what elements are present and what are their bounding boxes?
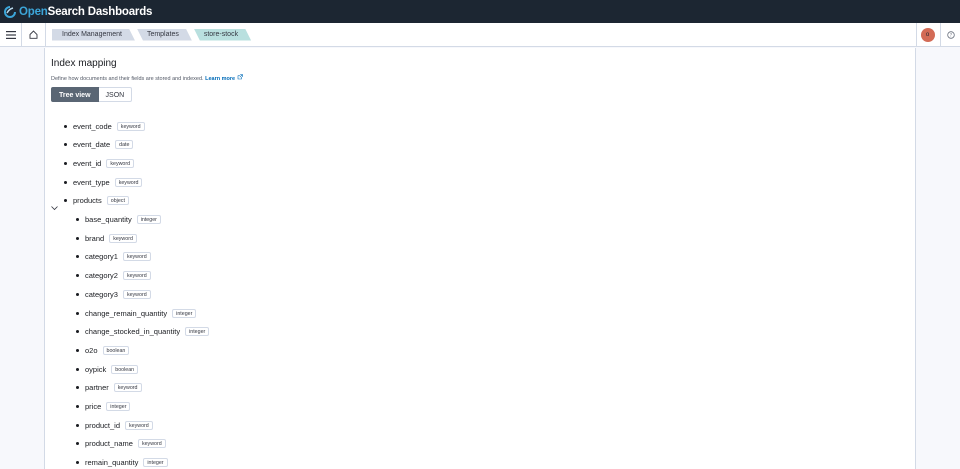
field-name: event_type <box>73 177 110 187</box>
bullet-icon <box>64 161 67 165</box>
field-name: remain_quantity <box>85 458 139 468</box>
header-bar: OpenSearch Dashboards <box>0 0 960 23</box>
help-icon: ? <box>946 26 955 44</box>
field-type-badge: boolean <box>102 345 130 355</box>
breadcrumb-current: store-stock <box>194 29 251 41</box>
mapping-tree: event_code keyword event_date date event_id k… <box>45 48 915 469</box>
home-button[interactable] <box>22 22 46 47</box>
opensearch-logo-icon[interactable] <box>4 5 16 18</box>
bullet-icon <box>76 236 79 240</box>
nested-field-row: partner keyword <box>76 382 142 394</box>
field-name: category3 <box>85 289 118 299</box>
field-type-badge: keyword <box>106 158 135 168</box>
field-name: oypick <box>85 364 107 374</box>
bullet-icon <box>76 274 79 278</box>
bullet-icon <box>64 180 67 184</box>
nested-field-row: category2 keyword <box>76 270 151 282</box>
nested-field-row: remain_quantity integer <box>76 457 168 469</box>
field-type-badge: integer <box>106 402 131 411</box>
nested-field-row: product_id keyword <box>76 419 153 431</box>
field-type-badge: integer <box>185 327 210 337</box>
field-name: event_code <box>73 121 112 131</box>
field-name: partner <box>85 383 109 393</box>
user-menu-button[interactable]: o <box>916 23 938 47</box>
field-type-badge: integer <box>172 308 197 318</box>
field-name: event_date <box>73 140 111 150</box>
field-row: event_date date <box>64 139 134 151</box>
bullet-icon <box>76 330 79 334</box>
chevron-down-icon[interactable] <box>51 198 58 210</box>
breadcrumb-index-management[interactable]: Index Management <box>52 29 135 41</box>
index-mapping-panel: Index mapping Define how documents and t… <box>44 48 916 469</box>
field-type-badge: keyword <box>122 289 151 299</box>
menu-button[interactable] <box>0 22 22 47</box>
nested-field-row: category1 keyword <box>76 251 151 263</box>
nested-field-row: category3 keyword <box>76 288 151 300</box>
breadcrumb: Index Management Templates store-stock <box>52 23 253 47</box>
field-type-badge: integer <box>136 215 161 224</box>
bullet-icon <box>76 255 79 259</box>
bullet-icon <box>76 405 79 408</box>
nested-field-row: base_quantity integer <box>76 214 161 226</box>
field-name: product_name <box>85 439 133 449</box>
nested-field-row: oypick boolean <box>76 363 139 375</box>
field-name: products <box>73 196 102 206</box>
field-type-badge: keyword <box>122 271 151 281</box>
bullet-icon <box>64 199 67 203</box>
nested-field-row: price integer <box>76 401 131 413</box>
field-name: category1 <box>85 252 118 262</box>
bullet-icon <box>76 367 79 371</box>
field-type-badge: date <box>115 140 134 150</box>
nested-field-row: o2o boolean <box>76 344 130 356</box>
app-brand[interactable]: OpenSearch Dashboards <box>19 6 152 18</box>
field-name: price <box>85 402 102 411</box>
field-type-badge: keyword <box>116 121 145 131</box>
home-icon <box>29 26 38 44</box>
bullet-icon <box>76 461 79 465</box>
field-row: event_code keyword <box>64 120 145 132</box>
bullet-icon <box>76 423 79 427</box>
bullet-icon <box>64 143 67 147</box>
field-name: category2 <box>85 271 118 281</box>
field-name: change_stocked_in_quantity <box>85 327 181 337</box>
nav-bar: Index Management Templates store-stock o… <box>0 22 960 47</box>
field-type-badge: keyword <box>113 383 142 393</box>
field-name: o2o <box>85 345 98 355</box>
brand-open: Open <box>19 5 48 18</box>
bullet-icon <box>76 348 79 352</box>
field-type-badge: integer <box>143 458 168 468</box>
bullet-icon <box>76 386 79 390</box>
field-name: base_quantity <box>85 215 132 224</box>
field-name: brand <box>85 233 105 243</box>
nested-field-row: change_remain_quantity integer <box>76 307 197 319</box>
bullet-icon <box>76 442 79 446</box>
field-type-badge: keyword <box>114 177 143 187</box>
brand-rest: Search Dashboards <box>47 5 153 18</box>
field-name: change_remain_quantity <box>85 308 168 318</box>
nested-field-row: product_name keyword <box>76 438 166 450</box>
bullet-icon <box>76 218 79 221</box>
help-button[interactable]: ? <box>940 23 960 47</box>
bullet-icon <box>76 292 79 296</box>
breadcrumb-templates[interactable]: Templates <box>137 29 192 41</box>
nested-field-row: change_stocked_in_quantity integer <box>76 326 210 338</box>
field-type-badge: keyword <box>109 233 137 243</box>
field-name: event_id <box>73 158 102 168</box>
bullet-icon <box>76 311 79 315</box>
field-type-badge: object <box>106 196 129 206</box>
field-type-badge: keyword <box>122 252 151 262</box>
bullet-icon <box>64 124 67 128</box>
hamburger-icon <box>5 26 16 44</box>
object-field-row: products object <box>64 195 129 207</box>
field-type-badge: boolean <box>111 364 139 374</box>
field-row: event_type keyword <box>64 176 143 188</box>
field-row: event_id keyword <box>64 157 135 169</box>
field-type-badge: keyword <box>125 420 153 430</box>
avatar: o <box>920 28 935 42</box>
field-type-badge: keyword <box>137 439 166 449</box>
field-name: product_id <box>85 420 121 430</box>
nested-field-row: brand keyword <box>76 232 137 244</box>
